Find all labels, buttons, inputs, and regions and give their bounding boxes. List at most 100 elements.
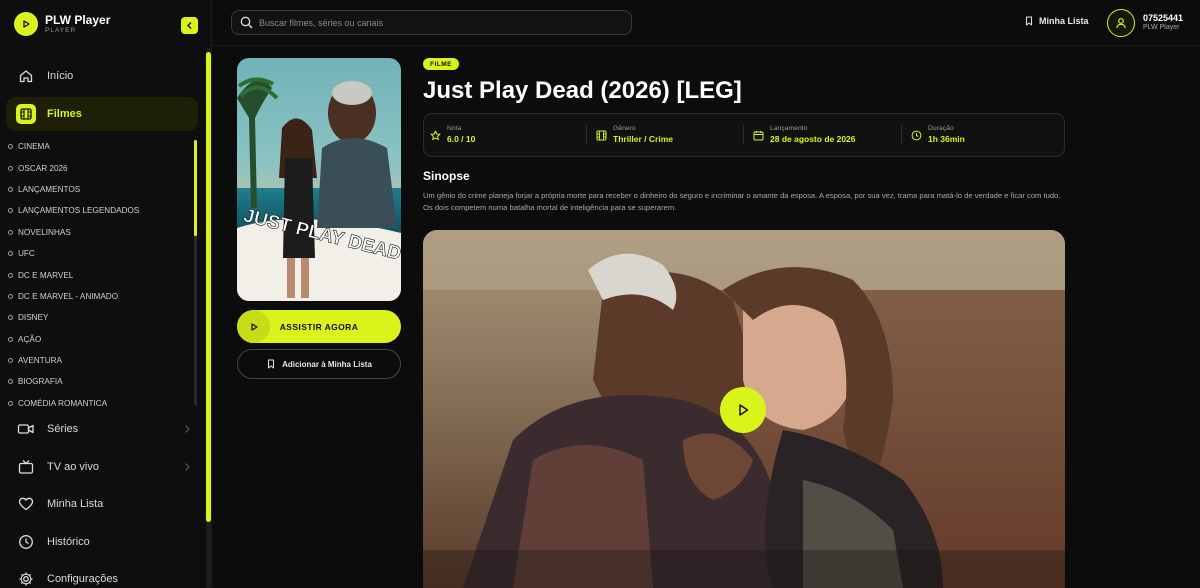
home-icon [16,66,36,86]
bookmark-icon [1025,16,1033,26]
nav-item-series[interactable]: Séries [6,412,198,446]
nav-item-live-tv[interactable]: TV ao vivo [6,450,198,484]
bullet-icon [8,144,13,150]
category-item[interactable]: COMÉDIA ROMANTICA [8,393,193,414]
info-duration: Duração 1h 36min [911,114,965,156]
user-icon [1116,18,1126,29]
release-label: Lançamento [770,125,808,133]
trailer-player[interactable] [423,230,1065,588]
bookmark-icon [268,359,275,369]
user-id: 07525441 [1143,13,1184,24]
nav-item-movies[interactable]: Filmes [6,97,198,131]
genre-label: Gênero [613,125,636,133]
info-genre: Gênero Thriller / Crime [596,114,673,156]
bullet-icon [8,208,13,214]
nav-label-history: Histórico [47,536,90,548]
nav-item-settings[interactable]: Configurações [6,562,198,588]
nav-item-history[interactable]: Histórico [6,525,198,559]
page-scrollbar-thumb[interactable] [206,52,211,522]
header-my-list-link[interactable]: Minha Lista [1024,16,1089,26]
star-icon [430,130,441,140]
add-to-list-button[interactable]: Adicionar à Minha Lista [237,349,401,379]
top-bar: Minha Lista 07525441 PLW Player [212,0,1200,46]
brand[interactable]: PLW Player PLAYER [14,12,110,36]
rating-label: Nota [447,125,462,133]
film-icon [16,104,36,124]
category-item[interactable]: AÇÃO [8,329,193,350]
category-item[interactable]: DISNEY [8,307,193,328]
chevron-right-icon [185,425,190,433]
bullet-icon [8,251,13,257]
brand-subtitle: PLAYER [45,26,77,34]
category-item[interactable]: UFC [8,243,193,264]
collapse-sidebar-button[interactable] [181,17,198,34]
clock-icon [911,130,922,140]
search-input[interactable] [259,17,619,28]
movie-poster: JUST PLAY DEAD [237,58,401,301]
clock-icon [16,532,36,552]
chevron-left-icon [187,22,192,29]
category-item[interactable]: BIOGRAFIA [8,371,193,392]
user-subtitle: PLW Player [1143,24,1180,32]
category-scrollbar-thumb[interactable] [194,140,197,236]
video-camera-icon [16,419,36,439]
nav-item-my-list[interactable]: Minha Lista [6,487,198,521]
category-list: CINEMA OSCAR 2026 LANÇAMENTOS LANÇAMENTO… [8,136,193,414]
nav-label-my-list: Minha Lista [47,498,104,510]
category-item[interactable]: CINEMA [8,136,193,157]
page-title: Just Play Dead (2026) [LEG] [423,77,742,104]
genre-value: Thriller / Crime [613,133,673,144]
bullet-icon [8,272,13,278]
play-icon [237,310,270,343]
watch-now-button[interactable]: ASSISTIR AGORA [237,310,401,343]
bullet-icon [8,400,13,406]
divider [901,125,902,145]
nav-item-home[interactable]: Início [6,59,198,93]
brand-name: PLW Player [45,12,111,27]
poster-image: JUST PLAY DEAD [237,58,401,301]
play-icon [739,404,749,416]
app-root: PLW Player PLAYER Início Filmes CINEMA O… [0,0,1200,588]
bullet-icon [8,379,13,385]
category-item[interactable]: LANÇAMENTOS LEGENDADOS [8,200,193,221]
heart-icon [16,494,36,514]
avatar [1107,9,1135,37]
synopsis-title: Sinopse [423,169,470,183]
nav-label-live-tv: TV ao vivo [47,461,99,473]
category-item[interactable]: OSCAR 2026 [8,157,193,178]
synopsis-text: Um gênio do crime planeja forjar a própr… [423,191,1061,212]
rating-value: 6.0 / 10 [447,133,476,144]
info-release: Lançamento 28 de agosto de 2026 [753,114,856,156]
category-item[interactable]: LANÇAMENTOS [8,179,193,200]
bullet-icon [8,315,13,321]
film-icon [596,130,607,140]
type-badge: FILME [423,58,459,70]
duration-value: 1h 36min [928,133,965,144]
bullet-icon [8,165,13,171]
divider [586,125,587,145]
duration-label: Duração [928,125,954,133]
tv-icon [16,457,36,477]
nav-label-series: Séries [47,423,79,435]
category-item[interactable]: AVENTURA [8,350,193,371]
category-item[interactable]: NOVELINHAS [8,222,193,243]
bullet-icon [8,186,13,192]
bullet-icon [8,336,13,342]
category-item[interactable]: DC E MARVEL - ANIMADO [8,286,193,307]
category-item[interactable]: DC E MARVEL [8,264,193,285]
watch-now-label: ASSISTIR AGORA [279,321,359,332]
search-bar[interactable] [231,10,632,35]
add-to-list-label: Adicionar à Minha Lista [282,359,372,369]
bullet-icon [8,293,13,299]
divider [743,125,744,145]
sidebar: PLW Player PLAYER Início Filmes CINEMA O… [0,0,212,588]
user-menu[interactable]: 07525441 PLW Player [1107,9,1183,37]
gear-icon [16,569,36,588]
nav-label-home: Início [47,70,74,82]
bullet-icon [8,229,13,235]
play-trailer-button[interactable] [720,387,766,433]
search-icon [240,16,253,29]
nav-label-movies: Filmes [47,108,82,120]
info-rating: Nota 6.0 / 10 [430,114,475,156]
play-logo-icon [14,12,38,36]
